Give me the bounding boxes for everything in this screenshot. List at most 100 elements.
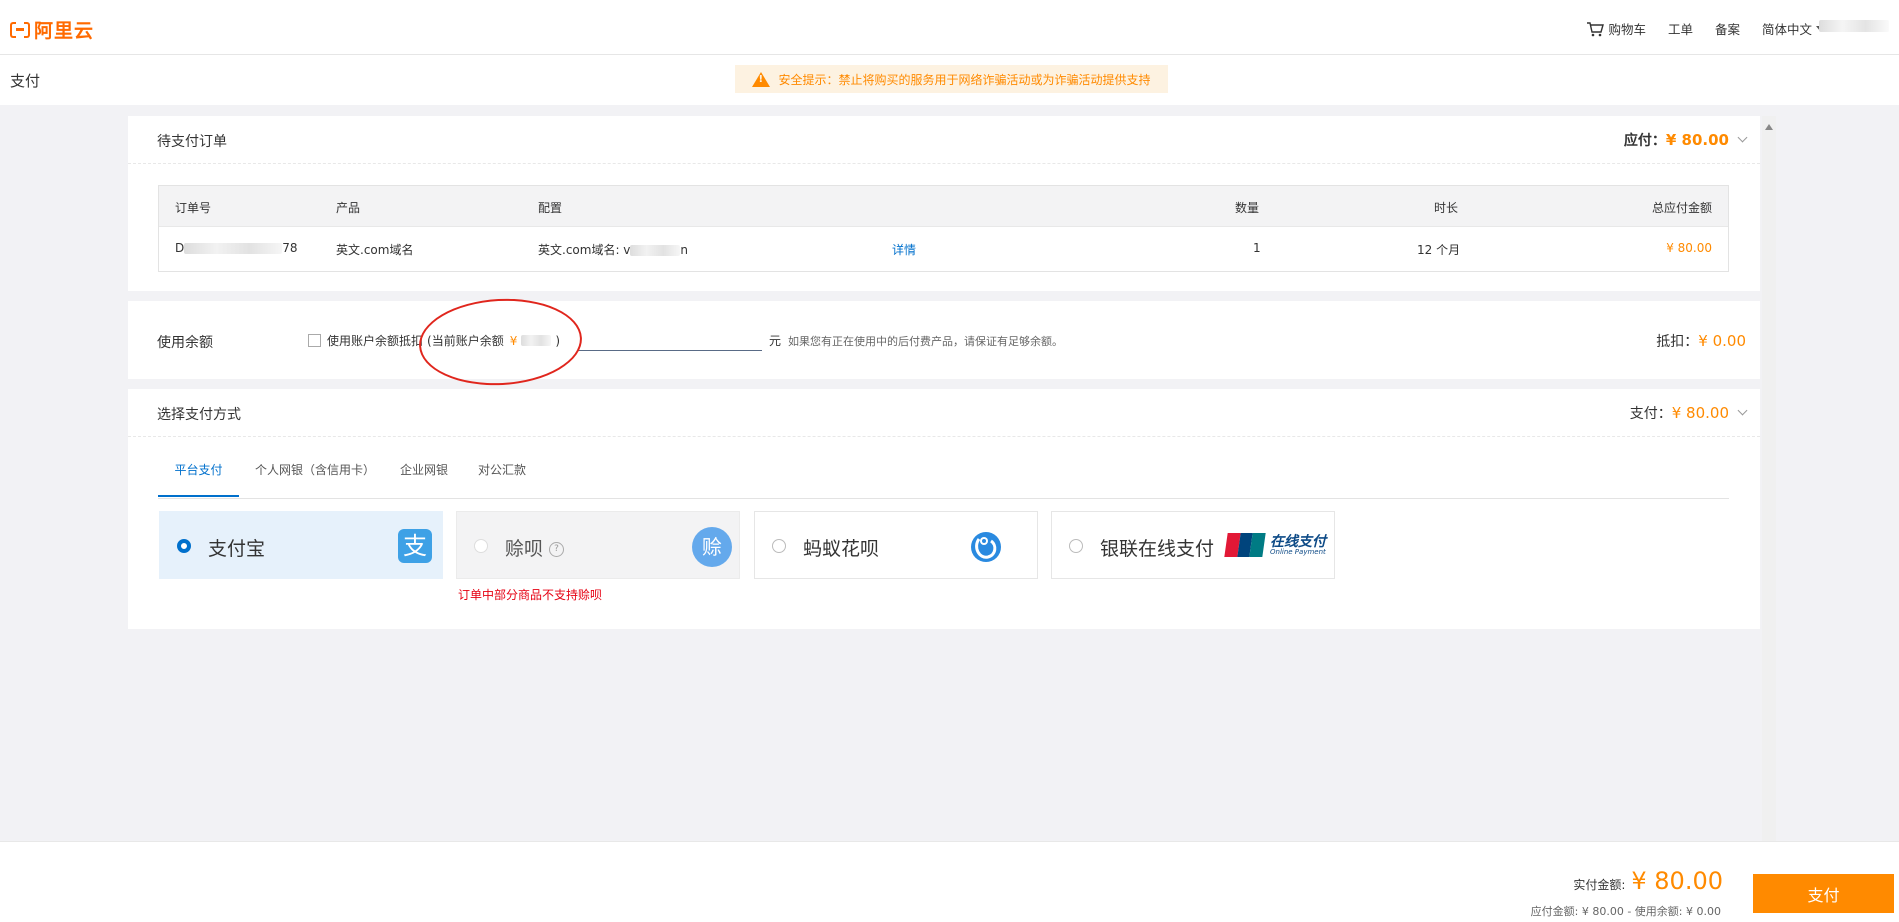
help-icon[interactable]: ? [549, 542, 565, 557]
balance-title: 使用余额 [157, 335, 213, 351]
aliyun-logo-icon [10, 21, 30, 38]
payment-option-unionpay[interactable]: 银联在线支付 在线支付 Online Payment [1051, 511, 1335, 579]
shebei-label-text: 赊呗 [505, 538, 544, 560]
order-number-suffix: 78 [282, 241, 298, 255]
order-table: 订单号 产品 配置 数量 时长 总应付金额 D 78 英文.com域名 英文.co… [158, 185, 1729, 272]
nav-ticket-link[interactable]: 工单 [1668, 19, 1693, 38]
use-balance-checkbox[interactable] [308, 334, 321, 347]
col-duration: 时长 [1434, 201, 1459, 215]
top-navbar: 阿里云 购物车 工单 备案 简体中文 [0, 0, 1899, 55]
nav-links: 购物车 工单 备案 简体中文 [1564, 19, 1824, 38]
radio-selected[interactable] [177, 539, 191, 553]
balance-card: 使用余额 使用账户余额抵扣 (当前账户余额 ¥ ) 元 如果您有正在使用中的后付… [128, 301, 1760, 379]
duration-value: 12 个月 [1417, 243, 1461, 257]
col-total: 总应付金额 [1651, 201, 1712, 215]
pay-amount: ¥ 80.00 [1671, 404, 1729, 422]
deduct-summary: 抵扣： ¥ 0.00 [1656, 331, 1746, 351]
divider [128, 163, 1760, 164]
pending-order-title: 待支付订单 [157, 134, 227, 150]
config-prefix: 英文.com域名: v [538, 243, 631, 257]
actual-payment-amount: ¥ 80.00 [1631, 867, 1723, 895]
actual-payment-label: 实付金额: [1573, 878, 1626, 892]
security-notice-text: 安全提示：禁止将购买的服务用于网络诈骗活动或为诈骗活动提供支持 [778, 72, 1151, 87]
language-selector[interactable]: 简体中文 [1762, 19, 1824, 38]
payment-option-huabei[interactable]: 蚂蚁花呗 [754, 511, 1038, 579]
tab-enterprise-bank[interactable]: 企业网银 [398, 457, 450, 497]
payment-method-title: 选择支付方式 [157, 407, 241, 423]
scroll-up-arrow-icon[interactable] [1765, 124, 1773, 130]
use-balance-label: 使用账户余额抵扣 [327, 334, 424, 348]
payment-breakdown: 应付金额: ¥ 80.00 - 使用余额: ¥ 0.00 [1530, 905, 1721, 918]
order-due-amount: ¥ 80.00 [1665, 131, 1729, 149]
huabei-label: 蚂蚁花呗 [803, 538, 880, 560]
tab-corporate-transfer[interactable]: 对公汇款 [476, 457, 528, 497]
logo-text: 阿里云 [34, 20, 95, 42]
warning-icon [752, 71, 771, 87]
quantity-value: 1 [1253, 241, 1261, 255]
page-title: 支付 [10, 72, 41, 90]
radio-disabled [474, 539, 488, 553]
order-number-prefix: D [175, 241, 185, 255]
unionpay-label: 银联在线支付 [1100, 538, 1215, 560]
shebei-label: 赊呗? [505, 534, 565, 561]
deduct-amount: ¥ 0.00 [1698, 332, 1746, 350]
current-balance-suffix: ) [555, 333, 561, 348]
order-due-label: 应付： [1623, 133, 1666, 149]
order-number: D 78 [175, 241, 298, 255]
config-value: 英文.com域名: v n [538, 241, 688, 258]
payment-summary[interactable]: 支付： ¥ 80.00 [1629, 403, 1748, 423]
balance-amount-input[interactable] [578, 324, 762, 351]
redacted-balance [521, 335, 552, 346]
col-product: 产品 [336, 201, 361, 215]
pending-order-card: 待支付订单 应付： ¥ 80.00 订单号 产品 配置 数量 时长 总应付金额 … [128, 116, 1760, 291]
col-quantity: 数量 [1235, 201, 1260, 215]
total-value: ¥ 80.00 [1666, 241, 1712, 255]
use-balance-option[interactable]: 使用账户余额抵扣 (当前账户余额 ¥ ) [308, 332, 560, 349]
user-account-redacted[interactable] [1819, 20, 1889, 32]
ant-huabei-icon [971, 532, 1001, 562]
chevron-down-icon[interactable] [1737, 132, 1748, 143]
payment-option-shebei[interactable]: 赊呗? 赊 [456, 511, 740, 579]
page-header: 支付 安全提示：禁止将购买的服务用于网络诈骗活动或为诈骗活动提供支持 [0, 55, 1899, 105]
unionpay-cn-text: 在线支付 [1270, 533, 1326, 550]
radio-unselected[interactable] [1069, 539, 1083, 553]
deduct-label: 抵扣： [1656, 334, 1699, 350]
chevron-down-icon[interactable] [1737, 405, 1748, 416]
aliyun-logo[interactable]: 阿里云 [10, 16, 94, 43]
unionpay-logo-text: 在线支付 Online Payment [1270, 535, 1326, 556]
col-order-no: 订单号 [175, 201, 212, 215]
payment-tabs: 平台支付 个人网银（含信用卡） 企业网银 对公汇款 [158, 457, 1729, 499]
product-name: 英文.com域名 [336, 243, 414, 257]
nav-cart-link[interactable]: 购物车 [1586, 19, 1646, 38]
details-link[interactable]: 详情 [892, 241, 916, 258]
pay-button[interactable]: 支付 [1753, 874, 1894, 913]
order-table-header: 订单号 产品 配置 数量 时长 总应付金额 [159, 186, 1728, 227]
balance-currency: ¥ [509, 333, 518, 348]
pay-label: 支付： [1629, 406, 1672, 422]
unionpay-logo [1224, 533, 1266, 557]
vertical-scrollbar[interactable] [1762, 116, 1776, 841]
balance-hint: 如果您有正在使用中的后付费产品，请保证有足够余额。 [788, 335, 1063, 348]
alipay-label: 支付宝 [208, 538, 266, 560]
radio-unselected[interactable] [772, 539, 786, 553]
alipay-icon: 支 [398, 529, 432, 563]
col-config: 配置 [538, 201, 563, 215]
cart-icon [1587, 21, 1605, 36]
unionpay-icon: 在线支付 Online Payment [1224, 532, 1326, 558]
redacted-text [184, 243, 283, 254]
actual-payment: 实付金额: ¥ 80.00 [1573, 867, 1723, 895]
language-label: 简体中文 [1761, 22, 1812, 37]
config-suffix: n [680, 243, 689, 257]
nav-filing-link[interactable]: 备案 [1715, 19, 1740, 38]
payment-method-card: 选择支付方式 支付： ¥ 80.00 平台支付 个人网银（含信用卡） 企业网银 … [128, 389, 1760, 629]
redacted-text [630, 245, 681, 256]
tab-platform[interactable]: 平台支付 [158, 457, 239, 497]
bottom-pay-bar: 实付金额: ¥ 80.00 应付金额: ¥ 80.00 - 使用余额: ¥ 0.… [0, 841, 1899, 922]
order-due-summary[interactable]: 应付： ¥ 80.00 [1623, 130, 1748, 150]
payment-option-alipay[interactable]: 支付宝 支 [159, 511, 443, 579]
current-balance-prefix: (当前账户余额 [427, 334, 504, 348]
security-notice: 安全提示：禁止将购买的服务用于网络诈骗活动或为诈骗活动提供支持 [735, 65, 1168, 93]
shebei-icon: 赊 [692, 527, 732, 567]
tab-personal-bank[interactable]: 个人网银（含信用卡） [255, 457, 375, 497]
unionpay-en-text: Online Payment [1270, 547, 1326, 556]
